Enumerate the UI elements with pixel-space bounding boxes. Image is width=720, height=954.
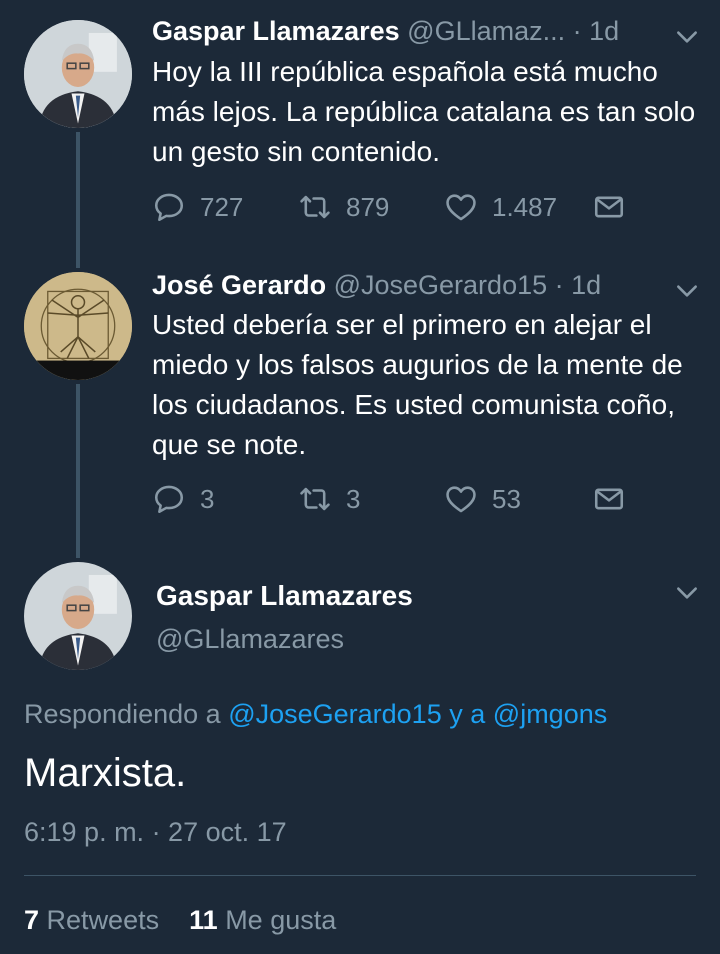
retweet-icon xyxy=(300,487,330,511)
tweet-timestamp[interactable]: 6:19 p. m. · 27 oct. 17 xyxy=(24,814,287,850)
reply-count: 3 xyxy=(200,483,215,514)
retweets-stat[interactable]: 7 Retweets xyxy=(24,905,159,935)
tweet-stats: 7 Retweets 11 Me gusta xyxy=(24,902,336,938)
gaspar-avatar-icon xyxy=(24,562,132,670)
tweet-text: Hoy la III república española está mucho… xyxy=(152,56,696,167)
retweet-count: 3 xyxy=(346,483,361,514)
tweet-time[interactable]: 1d xyxy=(571,270,601,300)
like-count: 1.487 xyxy=(492,191,558,222)
chevron-down-icon[interactable] xyxy=(674,580,700,606)
retweet-icon xyxy=(300,195,330,219)
tweet-text: Marxista. xyxy=(24,751,187,795)
mention-link[interactable]: @jmgons xyxy=(493,699,607,729)
author-name[interactable]: Gaspar Llamazares xyxy=(152,16,400,46)
tweet-header: Gaspar Llamazares @GLlamaz... · 1d xyxy=(152,14,619,48)
retweet-button[interactable]: 3 xyxy=(298,479,360,519)
likes-stat[interactable]: 11 Me gusta xyxy=(189,905,336,935)
reply-icon xyxy=(154,485,184,514)
retweet-button[interactable]: 879 xyxy=(298,187,389,227)
retweet-count: 879 xyxy=(346,191,390,222)
thread-line xyxy=(76,132,80,268)
reply-button[interactable]: 3 xyxy=(152,479,214,519)
envelope-icon xyxy=(594,196,624,218)
author-name[interactable]: Gaspar Llamazares xyxy=(156,578,413,614)
heart-icon xyxy=(446,486,476,513)
like-label: Me gusta xyxy=(225,905,337,935)
reply-count: 727 xyxy=(200,191,244,222)
avatar[interactable] xyxy=(24,272,132,380)
thread-line xyxy=(76,384,80,558)
tweet-header: José Gerardo @JoseGerardo15 · 1d xyxy=(152,268,601,302)
replying-to: Respondiendo a @JoseGerardo15 y a @jmgon… xyxy=(24,696,607,732)
tweet-time[interactable]: 1d xyxy=(589,16,619,46)
author-handle[interactable]: @GLlamaz... xyxy=(407,16,565,46)
dm-button[interactable] xyxy=(592,479,626,519)
chevron-down-icon[interactable] xyxy=(674,24,700,50)
like-count: 11 xyxy=(189,905,218,935)
tweet-text: Usted debería ser el primero en alejar e… xyxy=(152,309,683,460)
retweet-label: Retweets xyxy=(46,905,160,935)
reply-prefix: Respondiendo a xyxy=(24,699,221,729)
tweet-thread: Gaspar Llamazares @GLlamaz... · 1d Hoy l… xyxy=(0,0,720,954)
chevron-down-icon[interactable] xyxy=(674,278,700,304)
like-count: 53 xyxy=(492,483,521,514)
vitruvian-man-avatar-icon xyxy=(24,272,132,380)
like-button[interactable]: 1.487 xyxy=(444,187,557,227)
reply-joiner: y a xyxy=(449,699,486,729)
gaspar-avatar-icon xyxy=(24,20,132,128)
avatar[interactable] xyxy=(24,20,132,128)
retweet-count: 7 xyxy=(24,905,40,935)
mention-link[interactable]: @JoseGerardo15 xyxy=(228,699,442,729)
author-name[interactable]: José Gerardo xyxy=(152,270,326,300)
divider xyxy=(24,875,696,876)
tweet-actions: 3 3 53 xyxy=(152,479,652,519)
author-handle[interactable]: @JoseGerardo15 xyxy=(334,270,548,300)
heart-icon xyxy=(446,194,476,221)
separator-dot: · xyxy=(572,16,590,46)
tweet-actions: 727 879 1.487 xyxy=(152,187,652,227)
author-handle[interactable]: @GLlamazares xyxy=(156,622,344,656)
envelope-icon xyxy=(594,488,624,510)
like-button[interactable]: 53 xyxy=(444,479,521,519)
avatar[interactable] xyxy=(24,562,132,670)
separator-dot: · xyxy=(547,270,572,300)
reply-button[interactable]: 727 xyxy=(152,187,243,227)
dm-button[interactable] xyxy=(592,187,626,227)
reply-icon xyxy=(154,193,184,222)
